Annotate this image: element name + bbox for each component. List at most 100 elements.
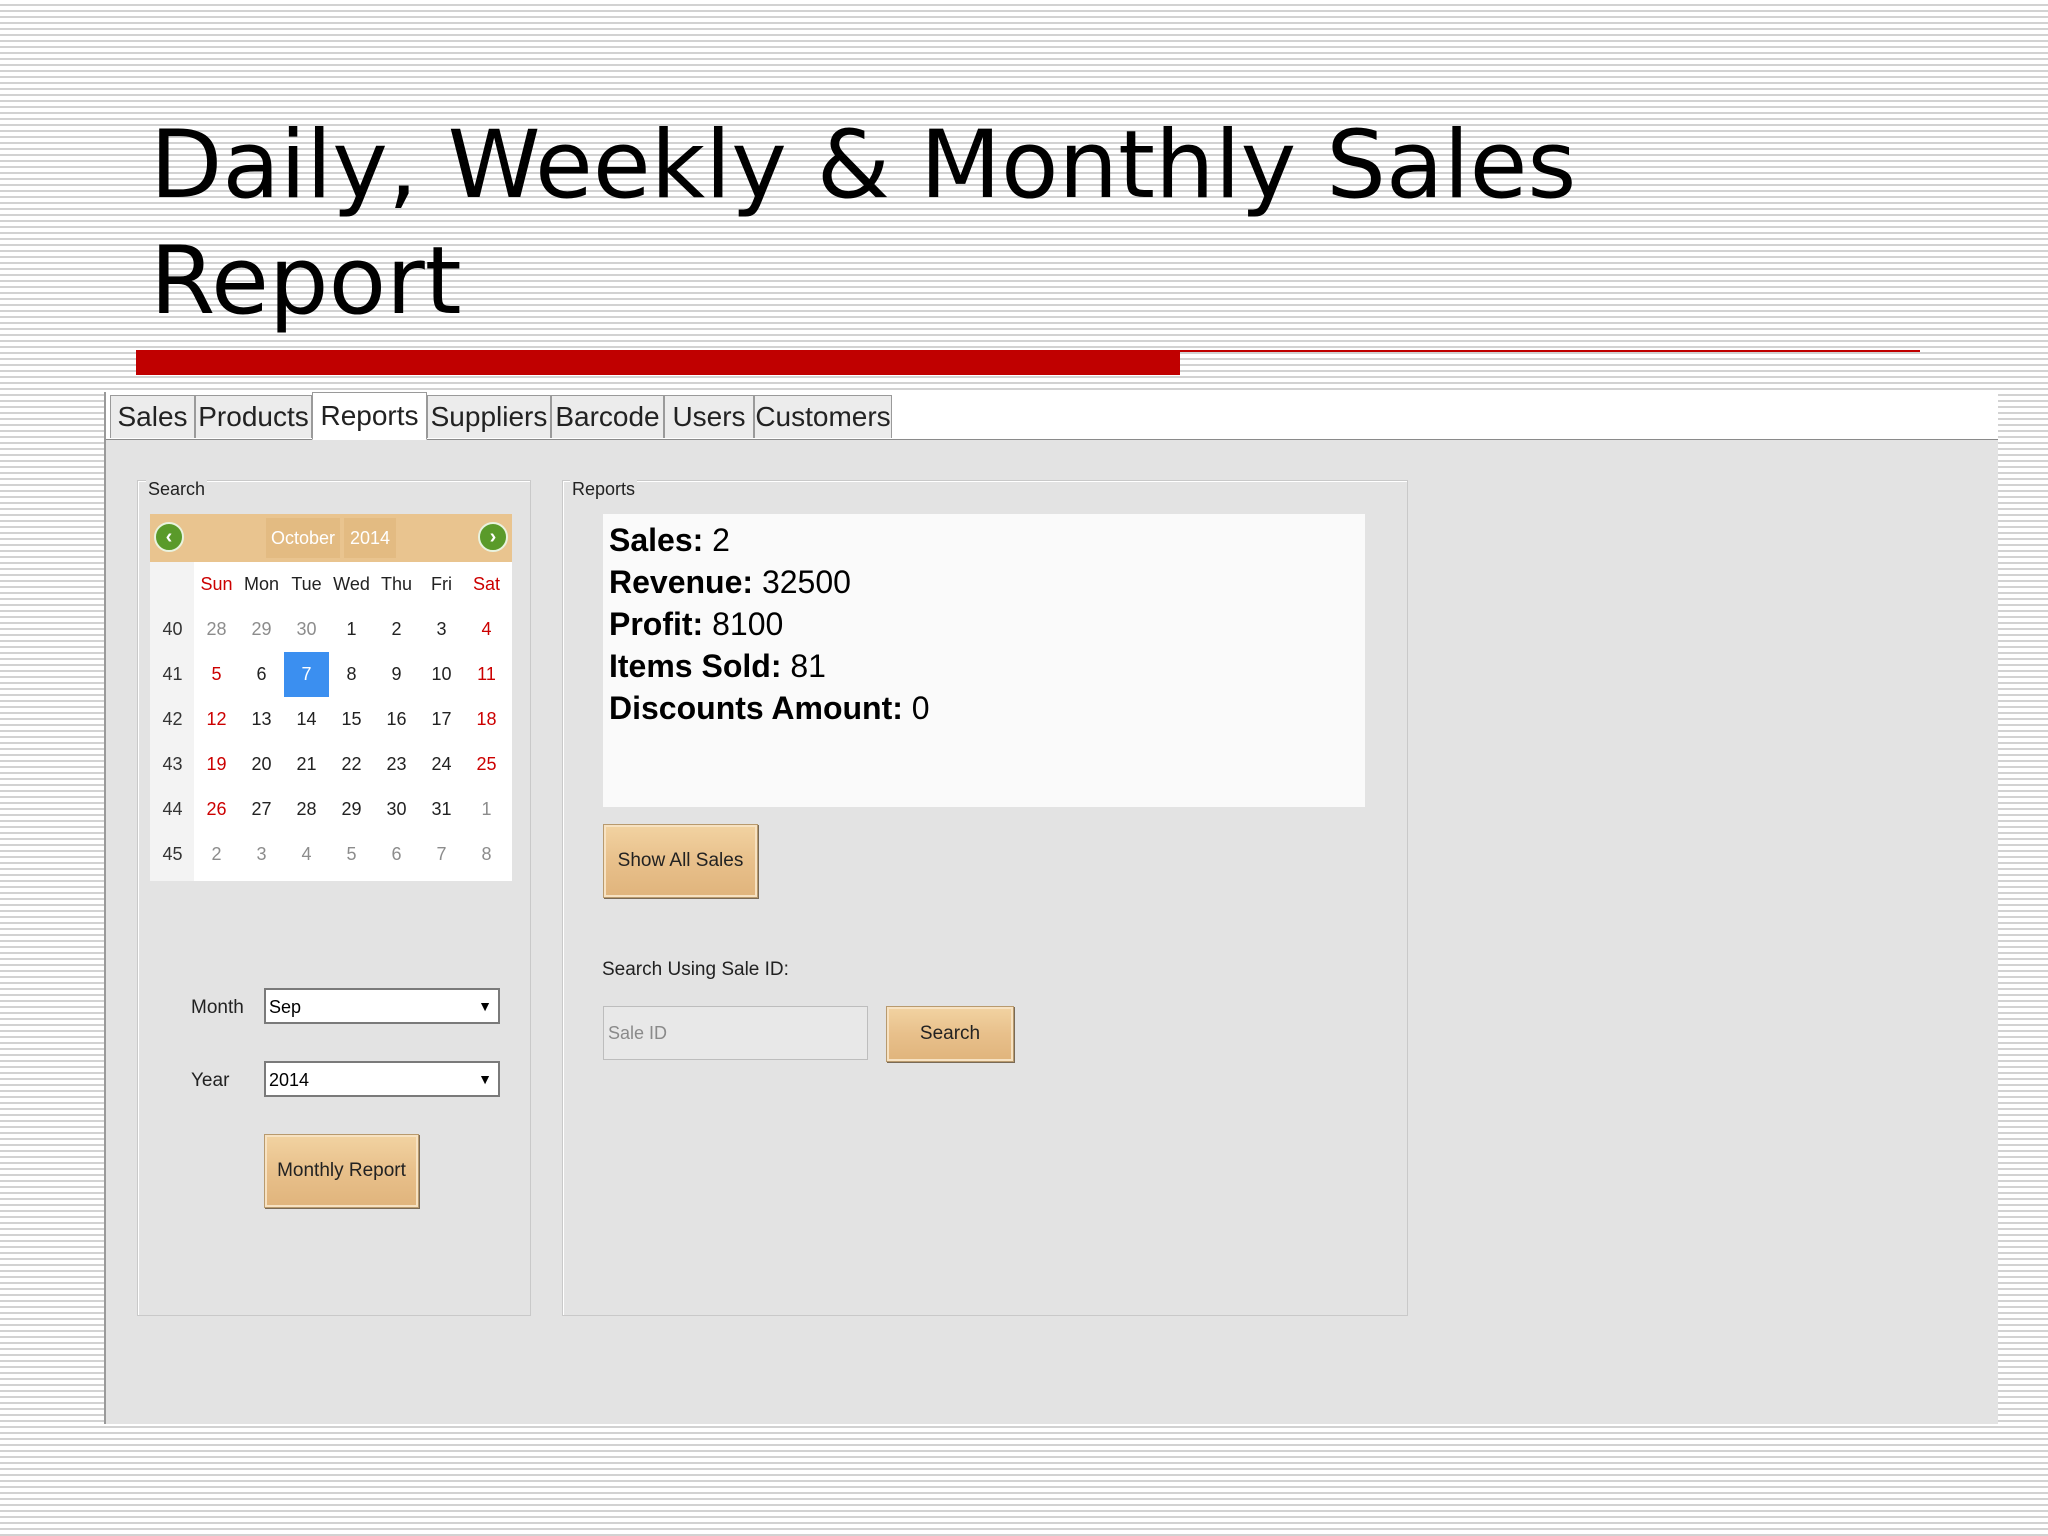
- calendar-year[interactable]: 2014: [344, 518, 396, 558]
- calendar-day[interactable]: 6: [374, 832, 419, 877]
- report-profit: Profit: 8100: [609, 606, 783, 643]
- calendar-day[interactable]: 8: [329, 652, 374, 697]
- calendar-day[interactable]: 5: [329, 832, 374, 877]
- calendar-day[interactable]: 27: [239, 787, 284, 832]
- calendar-week-row: 40 28 29 30 1 2 3 4: [150, 607, 512, 652]
- tab-strip: Sales Products Reports Suppliers Barcode…: [106, 392, 1998, 440]
- calendar-day[interactable]: 13: [239, 697, 284, 742]
- calendar-week-row: 45 2 3 4 5 6 7 8: [150, 832, 512, 877]
- report-revenue-value: 32500: [761, 564, 851, 600]
- show-all-sales-button[interactable]: Show All Sales: [603, 824, 758, 898]
- calendar-day[interactable]: 24: [419, 742, 464, 787]
- calendar-day[interactable]: 9: [374, 652, 419, 697]
- monthly-report-button[interactable]: Monthly Report: [264, 1134, 419, 1208]
- calendar-day[interactable]: 19: [194, 742, 239, 787]
- tab-barcode[interactable]: Barcode: [551, 395, 664, 438]
- calendar-week-number: 44: [162, 799, 183, 819]
- calendar-day[interactable]: 29: [239, 607, 284, 652]
- calendar-day[interactable]: 22: [329, 742, 374, 787]
- calendar-day[interactable]: 17: [419, 697, 464, 742]
- calendar-day[interactable]: 26: [194, 787, 239, 832]
- calendar-week-number: 45: [162, 844, 183, 864]
- calendar-day[interactable]: 30: [374, 787, 419, 832]
- calendar-week-row: 43 19 20 21 22 23 24 25: [150, 742, 512, 787]
- calendar-day[interactable]: 28: [194, 607, 239, 652]
- calendar-week-number: 43: [162, 754, 183, 774]
- sale-id-input[interactable]: [604, 1007, 867, 1059]
- calendar-header: ‹ October 2014 ›: [150, 514, 512, 562]
- calendar-day[interactable]: 14: [284, 697, 329, 742]
- calendar-day-header: Sun: [200, 574, 233, 594]
- calendar-day[interactable]: 5: [194, 652, 239, 697]
- report-revenue: Revenue: 32500: [609, 564, 851, 601]
- calendar-day[interactable]: 12: [194, 697, 239, 742]
- calendar-day-header: Sat: [472, 574, 501, 594]
- calendar-day[interactable]: 11: [464, 652, 509, 697]
- slide-title: Daily, Weekly & Monthly Sales Report: [150, 111, 1577, 336]
- calendar-day[interactable]: 8: [464, 832, 509, 877]
- arrow-right-circle-icon[interactable]: ›: [478, 522, 508, 552]
- report-sales: Sales: 2: [609, 522, 730, 559]
- calendar-week-number: 40: [162, 619, 183, 639]
- app-window: Sales Products Reports Suppliers Barcode…: [104, 392, 1998, 1424]
- report-sales-label: Sales:: [609, 522, 704, 558]
- calendar-day-selected[interactable]: 7: [284, 652, 329, 697]
- calendar-day[interactable]: 30: [284, 607, 329, 652]
- year-label: Year: [191, 1070, 230, 1091]
- calendar-day[interactable]: 3: [239, 832, 284, 877]
- month-select[interactable]: Sep ▼: [264, 988, 500, 1024]
- calendar-week-row: 44 26 27 28 29 30 31 1: [150, 787, 512, 832]
- calendar-day-header-row: Sun Mon Tue Wed Thu Fri Sat: [150, 562, 512, 607]
- calendar-day[interactable]: 2: [194, 832, 239, 877]
- calendar-day-header: Wed: [333, 574, 370, 594]
- month-label: Month: [191, 997, 244, 1018]
- year-select[interactable]: 2014 ▼: [264, 1061, 500, 1097]
- search-button[interactable]: Search: [886, 1006, 1014, 1062]
- arrow-left-circle-icon[interactable]: ‹: [154, 522, 184, 552]
- calendar-day[interactable]: 21: [284, 742, 329, 787]
- calendar-day[interactable]: 29: [329, 787, 374, 832]
- tab-users[interactable]: Users: [664, 395, 754, 438]
- calendar-day[interactable]: 18: [464, 697, 509, 742]
- calendar-week-row: 42 12 13 14 15 16 17 18: [150, 697, 512, 742]
- calendar-day[interactable]: 10: [419, 652, 464, 697]
- calendar-day[interactable]: 7: [419, 832, 464, 877]
- search-group-label: Search: [146, 479, 208, 500]
- calendar-month[interactable]: October: [266, 518, 340, 558]
- calendar-day[interactable]: 6: [239, 652, 284, 697]
- title-underline-thin: [1180, 350, 1920, 352]
- tab-customers[interactable]: Customers: [754, 395, 892, 438]
- report-profit-value: 8100: [712, 606, 784, 642]
- calendar-day[interactable]: 4: [464, 607, 509, 652]
- calendar-day[interactable]: 20: [239, 742, 284, 787]
- calendar-day[interactable]: 23: [374, 742, 419, 787]
- tab-suppliers[interactable]: Suppliers: [427, 395, 551, 438]
- calendar: ‹ October 2014 › Sun Mon Tue Wed Thu Fri Sat 4…: [150, 514, 512, 881]
- month-select-value: Sep: [269, 997, 302, 1017]
- report-items-sold: Items Sold: 81: [609, 648, 826, 685]
- calendar-day[interactable]: 28: [284, 787, 329, 832]
- calendar-day[interactable]: 31: [419, 787, 464, 832]
- tab-products[interactable]: Products: [195, 395, 312, 438]
- sale-id-field[interactable]: [603, 1006, 868, 1060]
- report-summary-box: Sales: 2 Revenue: 32500 Profit: 8100 Ite…: [603, 514, 1365, 807]
- report-revenue-label: Revenue:: [609, 564, 754, 600]
- tab-sales[interactable]: Sales: [110, 395, 195, 438]
- calendar-day[interactable]: 3: [419, 607, 464, 652]
- calendar-day[interactable]: 16: [374, 697, 419, 742]
- calendar-day[interactable]: 15: [329, 697, 374, 742]
- caret-down-icon[interactable]: ▼: [474, 992, 496, 1020]
- calendar-day[interactable]: 1: [464, 787, 509, 832]
- calendar-day[interactable]: 4: [284, 832, 329, 877]
- search-sale-id-label: Search Using Sale ID:: [602, 959, 789, 980]
- calendar-day[interactable]: 2: [374, 607, 419, 652]
- report-items-sold-label: Items Sold:: [609, 648, 782, 684]
- calendar-day[interactable]: 1: [329, 607, 374, 652]
- calendar-day-header: Mon: [243, 574, 279, 594]
- title-underline-thick: [136, 350, 1180, 375]
- tab-reports[interactable]: Reports: [312, 392, 427, 440]
- calendar-week-row: 41 5 6 7 8 9 10 11: [150, 652, 512, 697]
- calendar-day[interactable]: 25: [464, 742, 509, 787]
- report-sales-value: 2: [712, 522, 730, 558]
- caret-down-icon[interactable]: ▼: [474, 1065, 496, 1093]
